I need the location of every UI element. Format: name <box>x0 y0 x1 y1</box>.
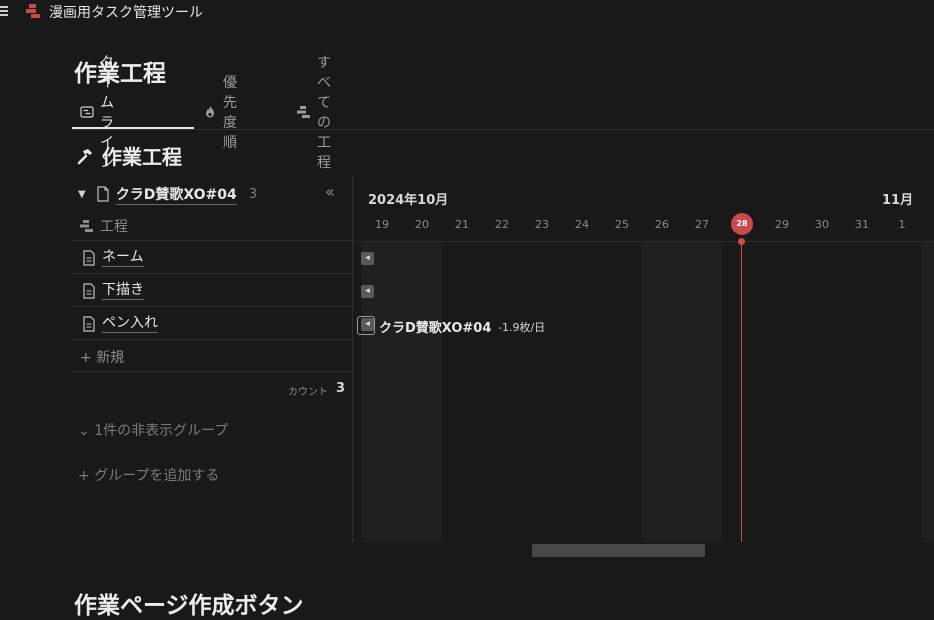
timeline-day: 20 <box>415 218 429 231</box>
page-icon <box>96 186 110 202</box>
timeline-bar-rate: -1.9枚/日 <box>498 321 546 334</box>
today-dot <box>738 238 745 245</box>
document-icon <box>82 282 96 299</box>
database-title-text: 作業工程 <box>102 145 182 169</box>
tab-timeline[interactable]: タイムライン <box>80 55 114 171</box>
row-divider <box>72 371 352 372</box>
timeline-day: 30 <box>815 218 829 231</box>
next-section-title: 作業ページ作成ボタン <box>74 593 304 619</box>
weekend-shade <box>922 242 934 542</box>
timeline-day: 25 <box>615 218 629 231</box>
menu-icon[interactable] <box>0 4 10 18</box>
timeline-divider <box>352 176 353 542</box>
timeline-bar-title[interactable]: クラD賛歌XO#04 <box>379 317 491 336</box>
scroll-to-item-icon[interactable]: ◂ <box>361 252 374 265</box>
timeline-day: 19 <box>375 218 389 231</box>
stack-icon <box>297 105 311 119</box>
timeline-day: 21 <box>455 218 469 231</box>
timeline-day: 29 <box>775 218 789 231</box>
column-header[interactable]: 工程 <box>80 216 128 236</box>
timeline-day: 22 <box>495 218 509 231</box>
tab-priority[interactable]: 優先度順 <box>203 75 237 151</box>
weekend-shade <box>642 242 722 542</box>
document-icon <box>82 249 96 266</box>
weekend-shade <box>362 242 442 542</box>
stack-icon <box>80 219 94 233</box>
timeline-day: 31 <box>855 218 869 231</box>
database-title[interactable]: 作業工程 <box>76 141 182 170</box>
add-group-button[interactable]: + グループを追加する <box>78 465 219 485</box>
new-row-text: 新規 <box>96 349 125 366</box>
scroll-to-item-icon[interactable]: ◂ <box>361 318 374 331</box>
tab-all-processes-label: すべての工程 <box>317 55 331 171</box>
app-title[interactable]: 漫画用タスク管理ツール <box>49 2 203 22</box>
group-name[interactable]: クラD賛歌XO#04 <box>115 184 237 205</box>
tab-priority-label: 優先度順 <box>223 75 237 151</box>
hidden-groups-toggle[interactable]: ⌄ 1件の非表示グループ <box>78 420 228 440</box>
today-marker: 28 <box>731 213 753 235</box>
column-header-label: 工程 <box>100 219 128 235</box>
group-count: 3 <box>248 186 258 202</box>
new-row-label: + 新規 <box>80 349 125 366</box>
add-group-label: グループを追加する <box>94 468 220 484</box>
group-header[interactable]: ▼ クラD賛歌XO#04 3 <box>78 184 258 205</box>
timeline-day: 26 <box>655 218 669 231</box>
fire-icon <box>203 105 217 119</box>
hidden-groups-label: 1件の非表示グループ <box>94 423 229 439</box>
count-label: カウント <box>288 387 328 398</box>
row-title[interactable]: 下描き <box>102 282 144 300</box>
app-logo-icon <box>26 4 40 18</box>
horizontal-scrollbar[interactable] <box>532 544 705 557</box>
new-row-button[interactable]: + 新規 <box>72 339 352 373</box>
tab-all-processes[interactable]: すべての工程 <box>297 55 331 171</box>
timeline-next-month-label: 11月 <box>882 193 914 208</box>
table-row[interactable]: ペン入れ <box>72 306 352 340</box>
count-value: 3 <box>336 381 346 396</box>
timeline-icon <box>80 105 94 119</box>
row-title[interactable]: ペン入れ <box>102 315 158 333</box>
collapse-table-icon[interactable]: « <box>325 182 335 201</box>
collapse-triangle-icon[interactable]: ▼ <box>78 189 86 200</box>
tabs-divider <box>72 129 934 130</box>
hammer-icon <box>76 147 94 165</box>
table-row[interactable]: ネーム <box>72 240 352 274</box>
table-row[interactable]: 下描き <box>72 273 352 307</box>
row-title[interactable]: ネーム <box>102 249 144 267</box>
timeline-day: 1 <box>898 218 906 231</box>
today-line <box>741 242 742 542</box>
document-icon <box>82 315 96 332</box>
timeline-header-divider <box>353 241 934 242</box>
scroll-to-item-icon[interactable]: ◂ <box>361 285 374 298</box>
timeline-day: 24 <box>575 218 589 231</box>
timeline-day: 27 <box>695 218 709 231</box>
timeline-day: 23 <box>535 218 549 231</box>
page-title: 作業工程 <box>74 61 166 87</box>
timeline-month-label: 2024年10月 <box>368 193 449 208</box>
